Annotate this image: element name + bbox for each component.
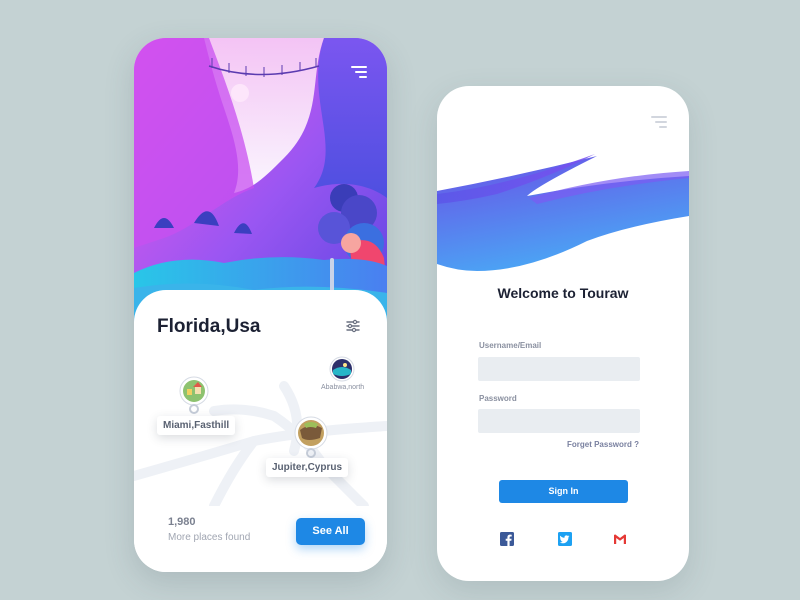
- password-label: Password: [479, 394, 517, 403]
- forget-password-link[interactable]: Forget Password ?: [567, 440, 639, 449]
- gmail-icon[interactable]: [613, 532, 627, 546]
- password-field[interactable]: [478, 409, 640, 433]
- see-all-button[interactable]: See All: [296, 518, 365, 545]
- explore-screen: Florida,Usa Miami,Fasthill Jupiter,Cypru…: [134, 38, 387, 572]
- sliders-icon[interactable]: [346, 319, 360, 333]
- twitter-icon[interactable]: [558, 532, 572, 546]
- username-label: Username/Email: [479, 341, 542, 350]
- map-pin-miami[interactable]: [179, 376, 209, 421]
- places-count: 1,980: [168, 516, 196, 528]
- pin-label-ababwa: Ababwa,north: [321, 384, 365, 391]
- places-card: Florida,Usa Miami,Fasthill Jupiter,Cypru…: [134, 290, 387, 572]
- places-map[interactable]: Miami,Fasthill Jupiter,Cyprus Ababwa,nor…: [134, 356, 387, 506]
- sign-in-button[interactable]: Sign In: [499, 480, 628, 503]
- menu-icon[interactable]: [349, 66, 367, 80]
- places-caption: More places found: [168, 532, 251, 543]
- welcome-title: Welcome to Touraw: [497, 285, 629, 301]
- facebook-icon[interactable]: [500, 532, 514, 546]
- pin-label-jupiter: Jupiter,Cyprus: [266, 458, 349, 477]
- wave-illustration: [437, 154, 689, 271]
- menu-icon[interactable]: [649, 116, 667, 130]
- hero-illustration: [134, 38, 387, 328]
- login-screen: Welcome to Touraw Username/Email Passwor…: [437, 86, 689, 581]
- pin-label-miami: Miami,Fasthill: [157, 416, 236, 435]
- username-field[interactable]: [478, 357, 640, 381]
- place-title: Florida,Usa: [157, 316, 261, 337]
